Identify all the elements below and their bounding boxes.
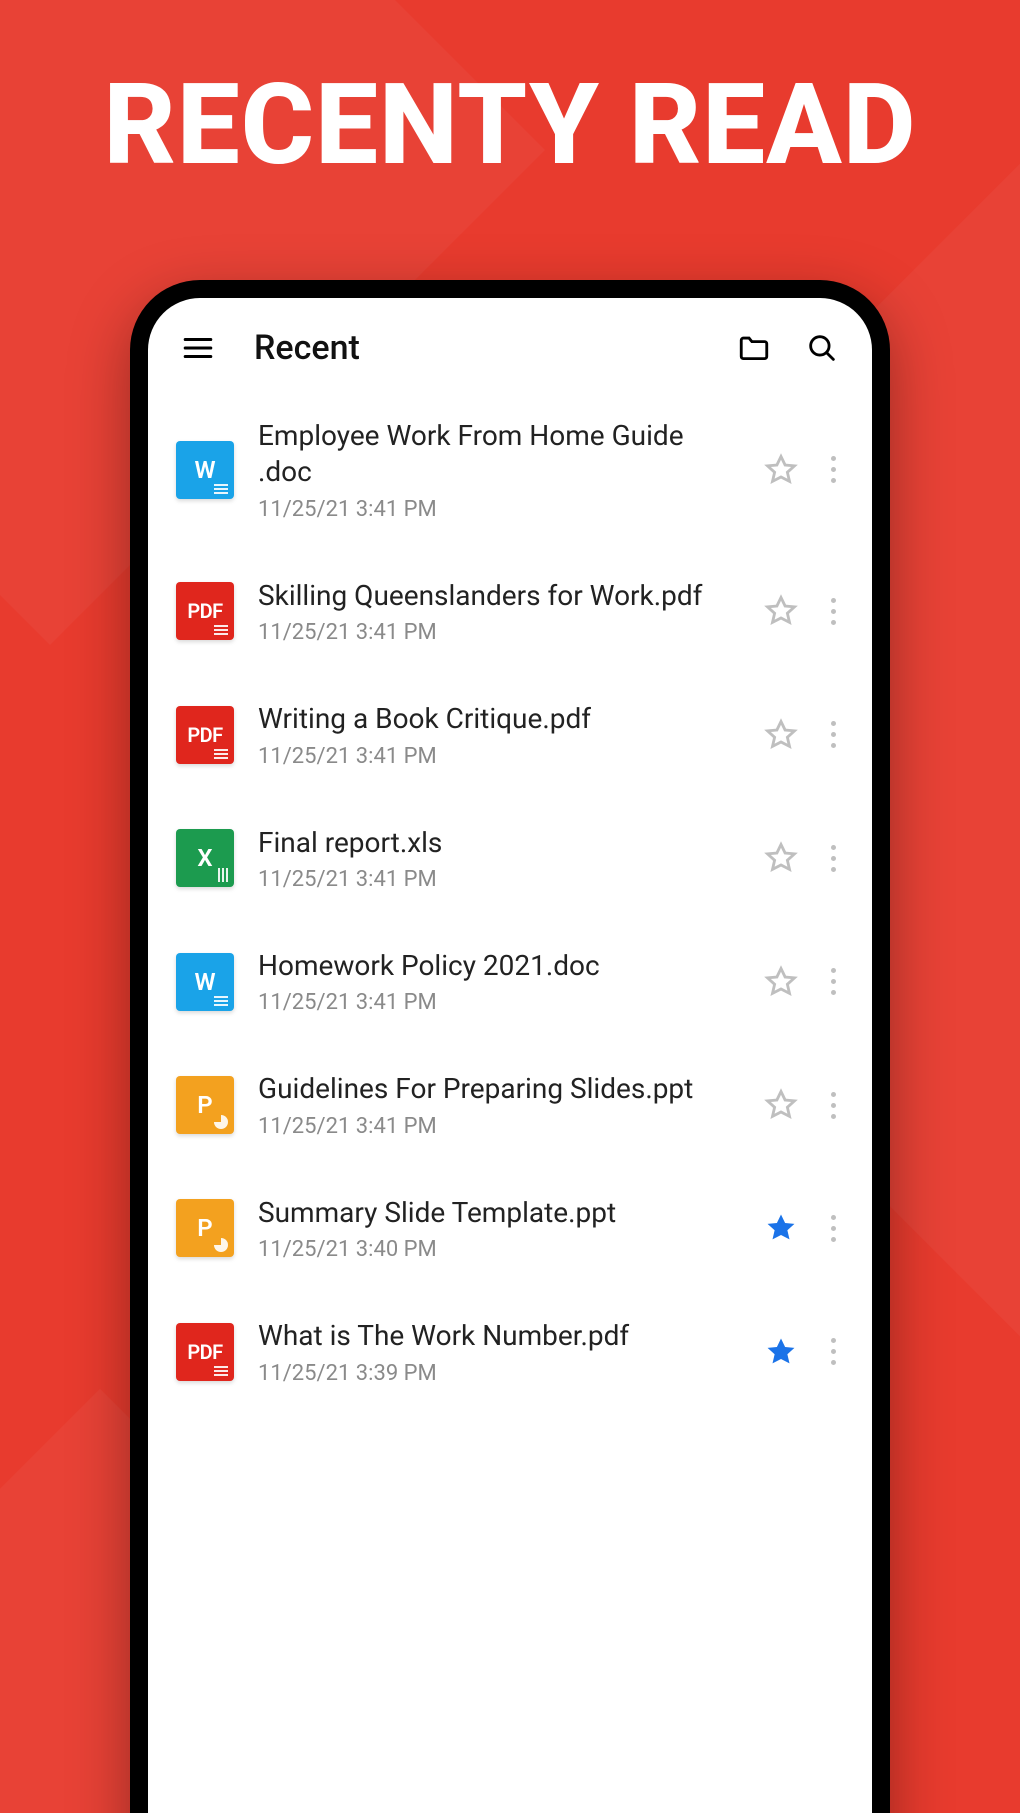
more-icon[interactable] [822, 1332, 844, 1372]
more-icon[interactable] [822, 591, 844, 631]
file-info: Writing a Book Critique.pdf 11/25/21 3:41… [258, 701, 740, 768]
star-outline-icon[interactable] [764, 453, 798, 487]
doc-file-icon: W [176, 441, 234, 499]
star-outline-icon[interactable] [764, 1088, 798, 1122]
menu-icon[interactable] [176, 326, 220, 370]
file-row[interactable]: PDF Skilling Queenslanders for Work.pdf 11… [176, 550, 844, 673]
star-filled-icon[interactable] [764, 1211, 798, 1245]
file-timestamp: 11/25/21 3:41 PM [258, 744, 740, 769]
toolbar: Recent [148, 298, 872, 390]
file-list: W Employee Work From Home Guide .doc 11/25… [148, 390, 872, 1414]
file-icon-letter: W [194, 456, 215, 484]
file-icon-letter: PDF [187, 1340, 222, 1364]
file-row[interactable]: PDF Writing a Book Critique.pdf 11/25/21 3… [176, 673, 844, 796]
file-name: Writing a Book Critique.pdf [258, 701, 740, 737]
file-timestamp: 11/25/21 3:39 PM [258, 1361, 740, 1386]
star-outline-icon[interactable] [764, 718, 798, 752]
xls-file-icon: X [176, 829, 234, 887]
more-icon[interactable] [822, 1208, 844, 1248]
file-icon-letter: P [197, 1091, 212, 1119]
file-name: Final report.xls [258, 825, 740, 861]
page-title: Recent [254, 328, 360, 368]
file-row[interactable]: PDF What is The Work Number.pdf 11/25/21 3… [176, 1290, 844, 1413]
file-info: Summary Slide Template.ppt 11/25/21 3:40 … [258, 1195, 740, 1262]
file-icon-letter: PDF [187, 723, 222, 747]
pdf-file-icon: PDF [176, 706, 234, 764]
ppt-file-icon: P [176, 1076, 234, 1134]
file-info: What is The Work Number.pdf 11/25/21 3:39… [258, 1318, 740, 1385]
file-info: Final report.xls 11/25/21 3:41 PM [258, 825, 740, 892]
search-icon[interactable] [800, 326, 844, 370]
file-info: Skilling Queenslanders for Work.pdf 11/25… [258, 578, 740, 645]
star-outline-icon[interactable] [764, 965, 798, 999]
file-info: Employee Work From Home Guide .doc 11/25/… [258, 418, 740, 522]
file-icon-letter: W [194, 968, 215, 996]
file-name: Employee Work From Home Guide .doc [258, 418, 740, 491]
more-icon[interactable] [822, 962, 844, 1002]
doc-file-icon: W [176, 953, 234, 1011]
file-row[interactable]: W Employee Work From Home Guide .doc 11/25… [176, 390, 844, 550]
file-timestamp: 11/25/21 3:41 PM [258, 1114, 740, 1139]
file-info: Homework Policy 2021.doc 11/25/21 3:41 PM [258, 948, 740, 1015]
star-outline-icon[interactable] [764, 594, 798, 628]
ppt-file-icon: P [176, 1199, 234, 1257]
file-info: Guidelines For Preparing Slides.ppt 11/25… [258, 1071, 740, 1138]
file-row[interactable]: X Final report.xls 11/25/21 3:41 PM [176, 797, 844, 920]
file-name: Skilling Queenslanders for Work.pdf [258, 578, 740, 614]
file-row[interactable]: P Summary Slide Template.ppt 11/25/21 3:40… [176, 1167, 844, 1290]
file-icon-letter: PDF [187, 599, 222, 623]
file-timestamp: 11/25/21 3:41 PM [258, 867, 740, 892]
file-icon-letter: P [197, 1214, 212, 1242]
file-row[interactable]: W Homework Policy 2021.doc 11/25/21 3:41 P… [176, 920, 844, 1043]
star-filled-icon[interactable] [764, 1335, 798, 1369]
file-row[interactable]: P Guidelines For Preparing Slides.ppt 11/2… [176, 1043, 844, 1166]
folder-icon[interactable] [732, 326, 776, 370]
file-timestamp: 11/25/21 3:40 PM [258, 1237, 740, 1262]
more-icon[interactable] [822, 450, 844, 490]
pdf-file-icon: PDF [176, 582, 234, 640]
file-timestamp: 11/25/21 3:41 PM [258, 620, 740, 645]
phone-frame: Recent W Employee Work From Home Guide .d… [130, 280, 890, 1813]
pdf-file-icon: PDF [176, 1323, 234, 1381]
file-name: What is The Work Number.pdf [258, 1318, 740, 1354]
file-timestamp: 11/25/21 3:41 PM [258, 497, 740, 522]
file-name: Summary Slide Template.ppt [258, 1195, 740, 1231]
more-icon[interactable] [822, 715, 844, 755]
file-name: Homework Policy 2021.doc [258, 948, 740, 984]
file-icon-letter: X [197, 844, 212, 872]
more-icon[interactable] [822, 1085, 844, 1125]
file-timestamp: 11/25/21 3:41 PM [258, 990, 740, 1015]
more-icon[interactable] [822, 838, 844, 878]
hero-title: RECENTY READ [0, 60, 1020, 191]
star-outline-icon[interactable] [764, 841, 798, 875]
file-name: Guidelines For Preparing Slides.ppt [258, 1071, 740, 1107]
